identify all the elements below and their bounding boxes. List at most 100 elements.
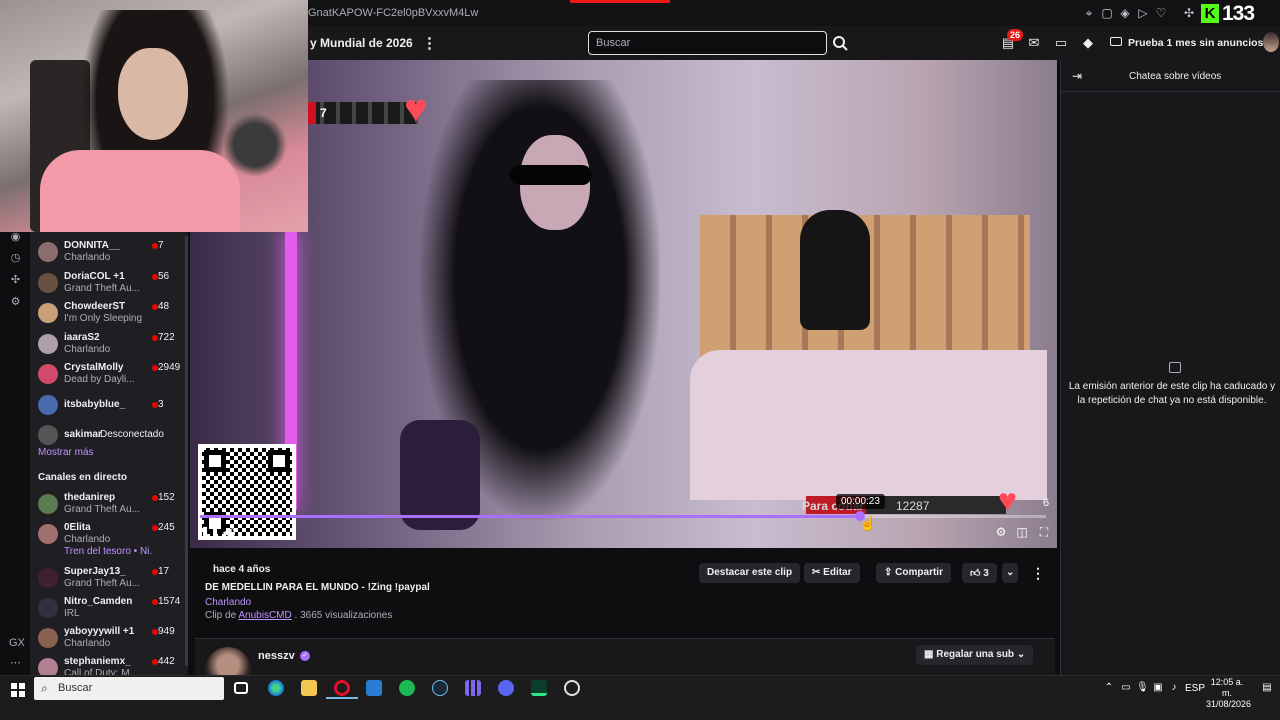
channel-avatar xyxy=(38,494,58,514)
task-view-icon[interactable] xyxy=(234,682,248,694)
search-input[interactable]: Buscar xyxy=(588,31,827,55)
video-scene-microphone xyxy=(800,210,870,330)
more-options-icon[interactable]: ⋮ xyxy=(422,34,437,52)
microphone-icon[interactable]: 🎙︎ xyxy=(1136,682,1149,694)
show-more-link[interactable]: Mostrar más xyxy=(38,447,94,458)
streamer-name[interactable]: nesszv xyxy=(258,650,295,662)
clip-category-link[interactable]: Charlando xyxy=(205,597,251,608)
address-bar-text[interactable]: GnatKAPOW-FC2el0pBVxxvM4Lw xyxy=(308,7,478,19)
system-clock[interactable]: 12:05 a. m. 31/08/2026 xyxy=(1206,677,1252,710)
channel-category: Charlando xyxy=(64,343,111,355)
sidebar-scrollbar[interactable] xyxy=(185,236,188,666)
sidebar-channel-row[interactable]: DoriaCOL +1 Grand Theft Au... 56 xyxy=(38,271,178,301)
steam-icon[interactable] xyxy=(432,680,448,696)
fullscreen-icon[interactable]: ⛶ xyxy=(1037,525,1051,539)
sidebar-channel-row[interactable]: CrystalMolly Dead by Dayli... 2949 xyxy=(38,362,181,392)
gift-icon: ▦ xyxy=(924,649,937,660)
theater-mode-icon[interactable]: ◫ xyxy=(1015,525,1029,539)
webcam-shirt xyxy=(40,150,240,232)
shield-icon[interactable]: ◈ xyxy=(1118,6,1132,20)
like-dropdown-button[interactable]: ⌄ xyxy=(1002,563,1019,583)
puzzle-icon[interactable]: ✣ xyxy=(1182,6,1196,20)
windows-start-icon[interactable] xyxy=(11,683,25,697)
sidebar-channel-row[interactable]: ChowdeerST I'm Only Sleeping 48 xyxy=(38,301,178,331)
like-button[interactable]: 👍︎ 3 xyxy=(962,563,997,583)
channel-name: 0Elita xyxy=(64,522,91,533)
outlook-icon[interactable] xyxy=(366,680,382,696)
gear-icon[interactable]: ⚙ xyxy=(9,296,22,309)
heart-icon[interactable]: ♡ xyxy=(1154,6,1168,20)
opera-gx-icon[interactable] xyxy=(334,680,350,696)
spotify-icon[interactable] xyxy=(399,680,415,696)
network-icon[interactable]: ▣ xyxy=(1152,682,1164,694)
play-circle-icon[interactable]: ◉ xyxy=(9,231,22,244)
prime-trial-button[interactable]: Prueba 1 mes sin anuncios xyxy=(1128,37,1263,49)
more-options-icon[interactable]: ⋮ xyxy=(1031,565,1045,582)
clock-app-icon[interactable] xyxy=(564,680,580,696)
channel-category: Charlando xyxy=(64,638,111,649)
edit-button[interactable]: ✂ Editar xyxy=(804,563,860,583)
input-language[interactable]: ESP xyxy=(1185,683,1205,694)
inbox-icon[interactable]: ✉ xyxy=(1025,34,1043,52)
viewer-count: 442 xyxy=(158,656,175,667)
active-tab-indicator xyxy=(570,0,670,3)
clock-date: 31/08/2026 xyxy=(1206,699,1252,709)
live-channels-heading: Canales en directo xyxy=(38,472,127,483)
pause-icon[interactable]: ❚❚ xyxy=(200,525,220,539)
webcam-face xyxy=(118,48,188,140)
video-scene-glasses xyxy=(510,165,592,185)
viewer-count: 2949 xyxy=(158,362,181,373)
clock-icon[interactable]: ◷ xyxy=(9,252,22,265)
channel-avatar xyxy=(38,272,58,293)
clip-views: . 3665 visualizaciones xyxy=(291,610,393,621)
discord-icon[interactable] xyxy=(498,680,514,696)
puzzle-icon[interactable]: ✣ xyxy=(9,274,22,287)
pin-icon[interactable]: ⌖ xyxy=(1082,6,1096,20)
sidebar-channel-row[interactable]: SuperJay13_ Grand Theft Au... 17 xyxy=(38,566,178,596)
chevron-down-icon: ⌄ xyxy=(1006,567,1015,578)
speaker-icon[interactable]: ♪ xyxy=(1168,682,1180,694)
taskbar-search-input[interactable]: Buscar xyxy=(34,677,224,700)
more-icon[interactable]: ⋯ xyxy=(9,657,22,670)
gift-sub-label: Regalar una sub xyxy=(936,649,1015,660)
sidebar-channel-row[interactable]: yaboyyywill +1 Charlando 949 xyxy=(38,626,178,656)
share-button[interactable]: ⇪ Compartir xyxy=(876,563,951,583)
sidebar-channel-row[interactable]: iaaraS2 Charlando 722 xyxy=(38,332,178,362)
file-explorer-icon[interactable] xyxy=(301,680,317,696)
gift-sub-button[interactable]: ▦ Regalar una sub ⌄ xyxy=(916,645,1034,665)
clip-author-link[interactable]: AnubisCMD xyxy=(238,610,291,621)
overlay-goal-number: 6 xyxy=(1043,497,1050,509)
viewer-count: 152 xyxy=(158,492,175,503)
chat-title: Chatea sobre vídeos xyxy=(1129,71,1222,82)
sidebar-channel-row[interactable]: thedanirep Grand Theft Au... 152 xyxy=(38,492,178,522)
whispers-icon[interactable]: ▭ xyxy=(1052,34,1070,52)
sidebar-channel-row[interactable]: itsbabyblue_ 3 xyxy=(38,393,178,423)
play-icon[interactable]: ▷ xyxy=(1136,6,1150,20)
edge-browser-icon[interactable] xyxy=(268,680,284,696)
sidebar-channel-row[interactable]: 0Elita Charlando Tren del tesoro • Ni... 24… xyxy=(38,522,178,557)
chevron-up-icon[interactable]: ⌃ xyxy=(1103,682,1115,694)
viewer-count: 949 xyxy=(158,626,175,637)
sidebar-channel-row[interactable]: Nitro_Camden IRL 1574 xyxy=(38,596,180,626)
kick-extension-icon[interactable]: K xyxy=(1201,4,1219,23)
sidebar-channel-row[interactable]: DONNITA__ Charlando 7 xyxy=(38,240,178,270)
settings-icon[interactable]: ⚙ xyxy=(994,525,1008,539)
gx-icon[interactable]: GX xyxy=(9,637,25,650)
video-scene-bed xyxy=(690,350,1047,500)
notification-center-icon[interactable]: ▤ xyxy=(1261,682,1273,694)
search-button[interactable] xyxy=(828,31,852,55)
user-avatar[interactable] xyxy=(1263,32,1279,52)
channel-avatar xyxy=(38,598,58,618)
highlight-clip-button[interactable]: Destacar este clip xyxy=(699,563,801,583)
apps-grid-icon[interactable] xyxy=(465,680,481,696)
bookmark-icon[interactable]: ▢ xyxy=(1100,6,1114,20)
like-count: 3 xyxy=(983,568,989,579)
crown-icon[interactable]: ◆ xyxy=(1079,34,1097,52)
terminal-icon[interactable] xyxy=(531,680,547,696)
volume-icon[interactable]: ◀) xyxy=(222,525,236,539)
channel-category: IRL xyxy=(64,608,80,619)
collapse-chat-icon[interactable]: ⇥ xyxy=(1072,69,1082,83)
viewer-count: 722 xyxy=(158,331,175,343)
usb-icon[interactable]: ▭ xyxy=(1120,682,1132,694)
search-icon xyxy=(833,36,848,51)
